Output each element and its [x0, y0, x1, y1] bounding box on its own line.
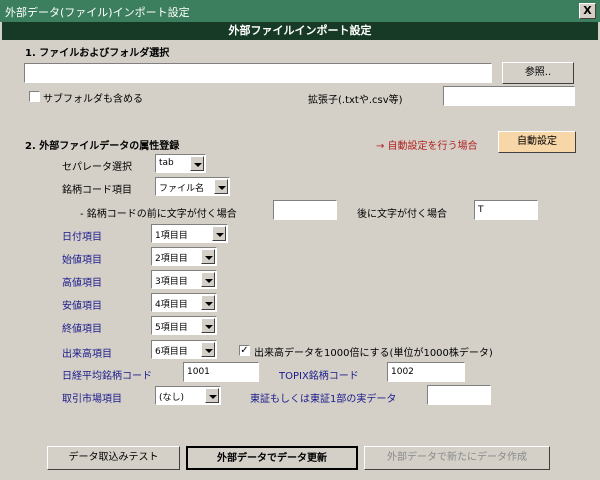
tse-input[interactable]	[427, 385, 491, 405]
folder-path-input[interactable]	[24, 63, 492, 83]
high-select[interactable]: 3項目目	[151, 270, 217, 289]
chevron-down-icon[interactable]	[201, 295, 215, 310]
close-price-label: 終値項目	[62, 324, 102, 335]
low-select[interactable]: 4項目目	[151, 293, 217, 312]
volume-label: 出来高項目	[62, 349, 112, 360]
volume-1000x-label: 出来高データを1000倍にする(単位が1000株データ)	[254, 348, 493, 359]
open-select[interactable]: 2項目目	[151, 247, 217, 266]
dialog-header: 外部ファイルインポート設定	[2, 22, 598, 40]
data-import-test-button[interactable]: データ取込みテスト	[47, 446, 180, 470]
chevron-down-icon[interactable]	[201, 272, 215, 287]
suffix-input[interactable]: T	[474, 200, 538, 220]
separator-select[interactable]: tab	[155, 154, 206, 173]
browse-button[interactable]: 参照..	[502, 62, 574, 84]
prefix-label: - 銘柄コードの前に文字が付く場合	[80, 209, 237, 220]
separator-label: セパレータ選択	[62, 162, 132, 173]
chevron-down-icon[interactable]	[201, 342, 215, 357]
section1-heading: 1. ファイルおよびフォルダ選択	[25, 48, 170, 59]
tse-label: 東証もしくは東証1部の実データ	[250, 394, 397, 405]
window-title: 外部データ(ファイル)インポート設定	[5, 6, 190, 19]
chevron-down-icon[interactable]	[201, 318, 215, 333]
date-value: 1項目目	[155, 231, 188, 241]
date-label: 日付項目	[62, 232, 102, 243]
chevron-down-icon[interactable]	[214, 179, 228, 194]
extension-label: 拡張子(.txtや.csv等)	[308, 95, 403, 106]
date-select[interactable]: 1項目目	[151, 224, 228, 243]
code-item-value: ファイル名	[159, 184, 205, 194]
nikkei-code-input[interactable]: 1001	[183, 362, 259, 382]
close-price-value: 5項目目	[155, 323, 188, 333]
market-label: 取引市場項目	[62, 394, 122, 405]
close-button[interactable]: X	[579, 3, 596, 19]
extension-input[interactable]	[443, 86, 575, 106]
subfolder-checkbox[interactable]	[29, 91, 40, 102]
open-value: 2項目目	[155, 254, 188, 264]
chevron-down-icon[interactable]	[190, 156, 204, 171]
chevron-down-icon[interactable]	[212, 226, 226, 241]
prefix-input[interactable]	[273, 200, 337, 220]
open-label: 始値項目	[62, 255, 102, 266]
auto-setting-hint: → 自動設定を行う場合	[376, 141, 478, 152]
volume-1000x-checkbox[interactable]: ✓	[239, 345, 250, 356]
volume-select[interactable]: 6項目目	[151, 340, 217, 359]
subfolder-label: サブフォルダも含める	[43, 94, 143, 105]
auto-setting-button[interactable]: 自動設定	[498, 131, 576, 153]
low-label: 安値項目	[62, 301, 102, 312]
separator-value: tab	[159, 158, 174, 168]
create-data-button[interactable]: 外部データで新たにデータ作成	[364, 446, 550, 470]
update-data-button[interactable]: 外部データでデータ更新	[186, 446, 358, 470]
chevron-down-icon[interactable]	[201, 249, 215, 264]
title-bar: 外部データ(ファイル)インポート設定 X	[0, 0, 600, 22]
high-value: 3項目目	[155, 277, 188, 287]
chevron-down-icon[interactable]	[205, 388, 219, 403]
high-label: 高値項目	[62, 278, 102, 289]
suffix-label: 後に文字が付く場合	[357, 209, 447, 220]
volume-value: 6項目目	[155, 347, 188, 357]
code-item-select[interactable]: ファイル名	[155, 177, 230, 196]
topix-label: TOPIX銘柄コード	[279, 371, 359, 382]
code-item-label: 銘柄コード項目	[62, 185, 132, 196]
section2-heading: 2. 外部ファイルデータの属性登録	[25, 141, 180, 152]
market-select[interactable]: (なし)	[155, 386, 221, 405]
topix-code-input[interactable]: 1002	[387, 362, 465, 382]
low-value: 4項目目	[155, 300, 188, 310]
nikkei-label: 日経平均銘柄コード	[62, 371, 152, 382]
close-price-select[interactable]: 5項目目	[151, 316, 217, 335]
market-value: (なし)	[159, 393, 185, 403]
